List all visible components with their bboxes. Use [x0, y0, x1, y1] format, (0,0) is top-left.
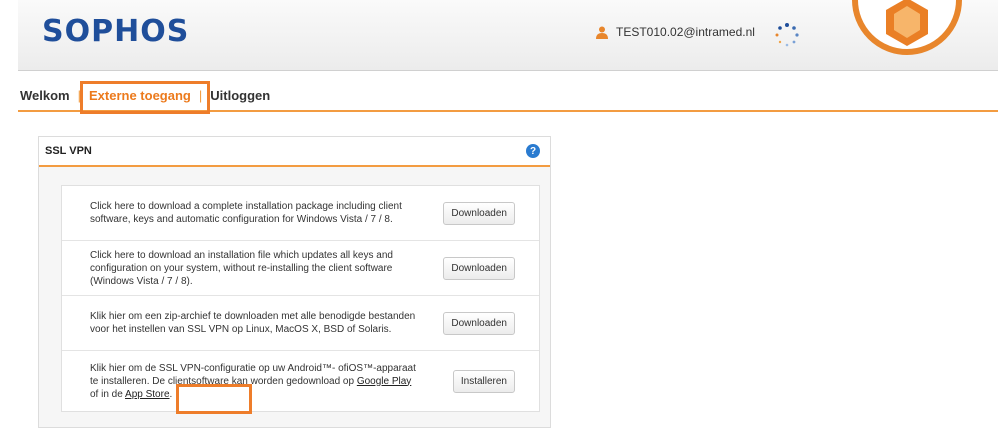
option-description: Klik hier om de SSL VPN-configuratie op … [90, 362, 420, 401]
download-options: Click here to download a complete instal… [61, 185, 540, 412]
highlight-box-nav [80, 81, 210, 114]
loading-spinner-icon [775, 23, 799, 47]
sophos-logo: SOPHOS [42, 14, 190, 49]
list-item: Klik hier om de SSL VPN-configuratie op … [62, 351, 539, 411]
google-play-link[interactable]: Google Play [357, 376, 411, 387]
nav-item-uitloggen[interactable]: Uitloggen [208, 88, 272, 103]
mobile-text-middle: of in de [90, 388, 126, 400]
help-icon[interactable]: ? [526, 144, 540, 158]
option-description: Click here to download an installation f… [90, 249, 393, 287]
download-full-package-button[interactable]: Downloaden [443, 201, 515, 225]
app-header: SOPHOS TEST010.02@intramed.nl [18, 0, 998, 71]
download-update-button[interactable]: Downloaden [443, 256, 515, 280]
install-mobile-button[interactable]: Installeren [452, 369, 515, 393]
list-item: Klik hier om een zip-archief te download… [62, 296, 539, 351]
option-description: Klik hier om een zip-archief te download… [90, 311, 416, 335]
user-email: TEST010.02@intramed.nl [616, 25, 755, 39]
panel-header: SSL VPN ? [39, 137, 550, 167]
panel-title: SSL VPN [45, 145, 92, 157]
list-item: Click here to download a complete instal… [62, 186, 539, 241]
sophos-emblem-icon [852, 0, 962, 55]
highlight-box-app-store [176, 384, 252, 414]
mobile-text-after: . [169, 388, 173, 400]
app-store-link[interactable]: App Store [125, 389, 169, 400]
download-zip-button[interactable]: Downloaden [443, 311, 515, 335]
user-info: TEST010.02@intramed.nl [596, 25, 755, 39]
user-icon [596, 26, 608, 39]
list-item: Click here to download an installation f… [62, 241, 539, 296]
ssl-vpn-panel: SSL VPN ? Click here to download a compl… [38, 136, 551, 428]
option-description: Click here to download a complete instal… [90, 201, 402, 225]
nav-item-welkom[interactable]: Welkom [18, 88, 72, 103]
